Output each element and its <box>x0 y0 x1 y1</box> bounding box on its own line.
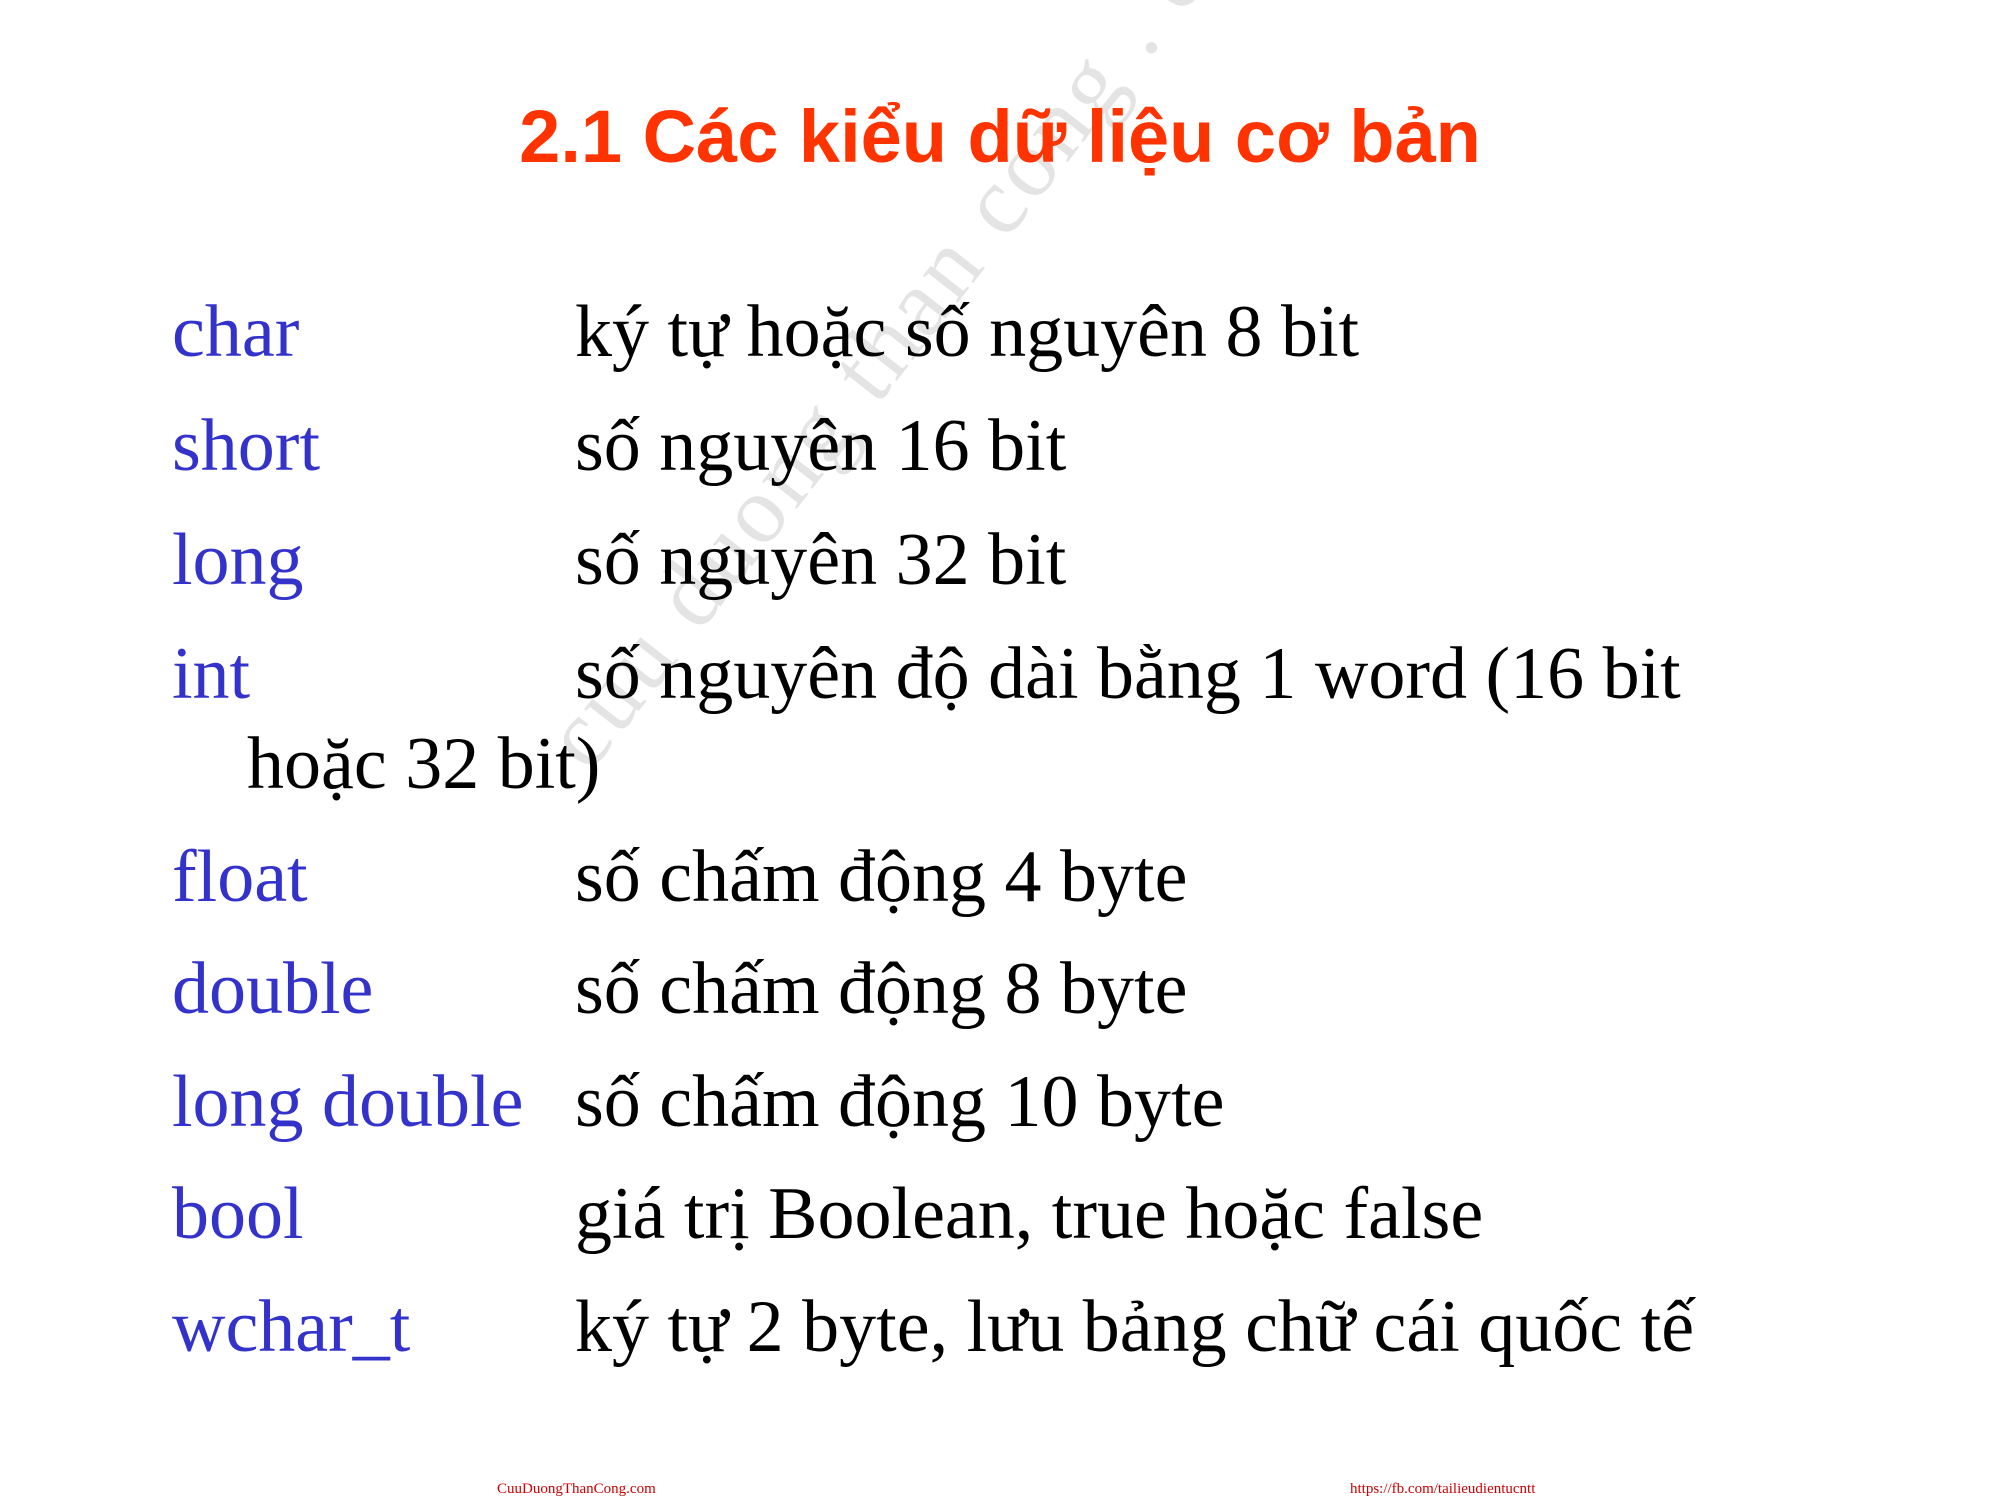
type-row-short: short số nguyên 16 bit <box>0 391 2000 501</box>
type-description: ký tự 2 byte, lưu bảng chữ cái quốc tế <box>575 1286 1695 1368</box>
type-description: ký tự hoặc số nguyên 8 bit <box>575 291 1360 373</box>
slide-title: 2.1 Các kiểu dữ liệu cơ bản <box>519 95 1481 178</box>
type-keyword: long <box>172 519 304 601</box>
slide: cuu duong than cong . com 2.1 Các kiểu d… <box>0 0 2000 1500</box>
type-description: số nguyên 16 bit <box>575 405 1067 487</box>
type-keyword: short <box>172 405 320 487</box>
type-row-char: char ký tự hoặc số nguyên 8 bit <box>0 277 2000 387</box>
type-keyword: bool <box>172 1173 304 1255</box>
type-row-float: float số chấm động 4 byte <box>0 822 2000 932</box>
type-row-long: long số nguyên 32 bit <box>0 505 2000 615</box>
type-keyword: int <box>172 633 251 715</box>
type-keyword: long double <box>172 1061 524 1143</box>
type-description: số nguyên 32 bit <box>575 519 1067 601</box>
type-description: giá trị Boolean, true hoặc false <box>575 1173 1484 1255</box>
type-row-bool: bool giá trị Boolean, true hoặc false <box>0 1159 2000 1269</box>
type-keyword: float <box>172 836 308 918</box>
type-description: số chấm động 10 byte <box>575 1061 1225 1143</box>
footer-url-link[interactable]: https://fb.com/tailieudientucntt <box>1350 1480 1535 1498</box>
type-description: số nguyên độ dài bằng 1 word (16 bit <box>575 633 1681 715</box>
type-keyword: char <box>172 291 300 373</box>
type-description-continuation: hoặc 32 bit) <box>247 723 601 805</box>
type-description: số chấm động 8 byte <box>575 948 1188 1030</box>
type-row-long-double: long double số chấm động 10 byte <box>0 1047 2000 1157</box>
footer-source-link[interactable]: CuuDuongThanCong.com <box>497 1480 656 1498</box>
type-row-int: int số nguyên độ dài bằng 1 word (16 bit <box>0 619 2000 729</box>
type-keyword: wchar_t <box>172 1286 411 1368</box>
type-keyword: double <box>172 948 374 1030</box>
type-row-double: double số chấm động 8 byte <box>0 934 2000 1044</box>
type-row-wchar-t: wchar_t ký tự 2 byte, lưu bảng chữ cái q… <box>0 1272 2000 1382</box>
type-description: số chấm động 4 byte <box>575 836 1188 918</box>
